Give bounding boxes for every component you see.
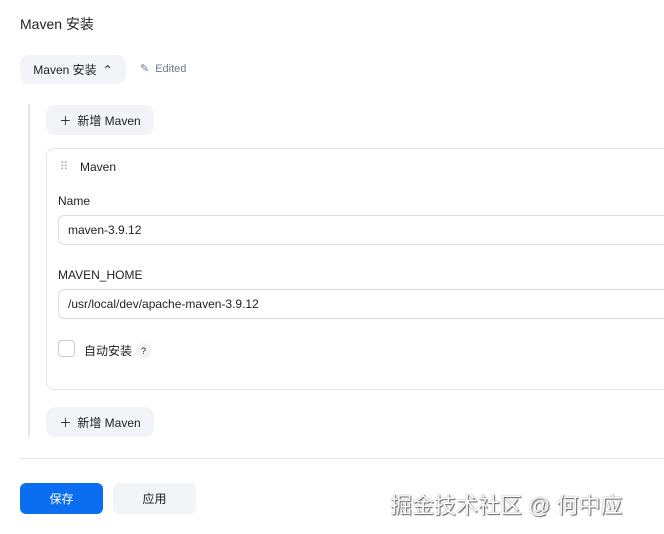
section-divider (28, 104, 30, 437)
apply-button[interactable]: 应用 (113, 483, 196, 514)
pencil-icon: ✎ (140, 63, 150, 75)
maven-home-input[interactable]: /usr/local/dev/apache-maven-3.9.12 (58, 289, 664, 319)
section-toggle-button[interactable]: Maven 安装 ⌃ (20, 55, 126, 84)
add-maven-button-top[interactable]: ＋ 新增 Maven (46, 105, 154, 135)
save-button[interactable]: 保存 (20, 483, 103, 514)
edited-indicator: ✎ Edited (140, 62, 187, 76)
add-maven-label: 新增 Maven (77, 113, 141, 128)
drag-handle-icon[interactable]: ⠿ (60, 160, 68, 173)
plus-icon: ＋ (59, 415, 72, 430)
maven-home-label: MAVEN_HOME (58, 268, 143, 282)
plus-icon: ＋ (59, 113, 72, 128)
add-maven-label: 新增 Maven (77, 415, 141, 430)
auto-install-label: 自动安装 (84, 344, 133, 358)
watermark: 掘金技术社区 @ 何中应 (390, 493, 623, 518)
name-input[interactable]: maven-3.9.12 (58, 215, 664, 245)
section-toggle-label: Maven 安装 (33, 63, 97, 77)
edited-label: Edited (155, 62, 187, 75)
page-title: Maven 安装 (20, 16, 94, 32)
help-icon[interactable]: ? (136, 343, 151, 358)
auto-install-checkbox[interactable] (58, 340, 75, 357)
card-title: Maven (80, 160, 117, 174)
add-maven-button-bottom[interactable]: ＋ 新增 Maven (46, 407, 154, 437)
chevron-up-icon: ⌃ (102, 62, 113, 77)
footer-divider (20, 458, 664, 459)
name-label: Name (58, 194, 91, 208)
